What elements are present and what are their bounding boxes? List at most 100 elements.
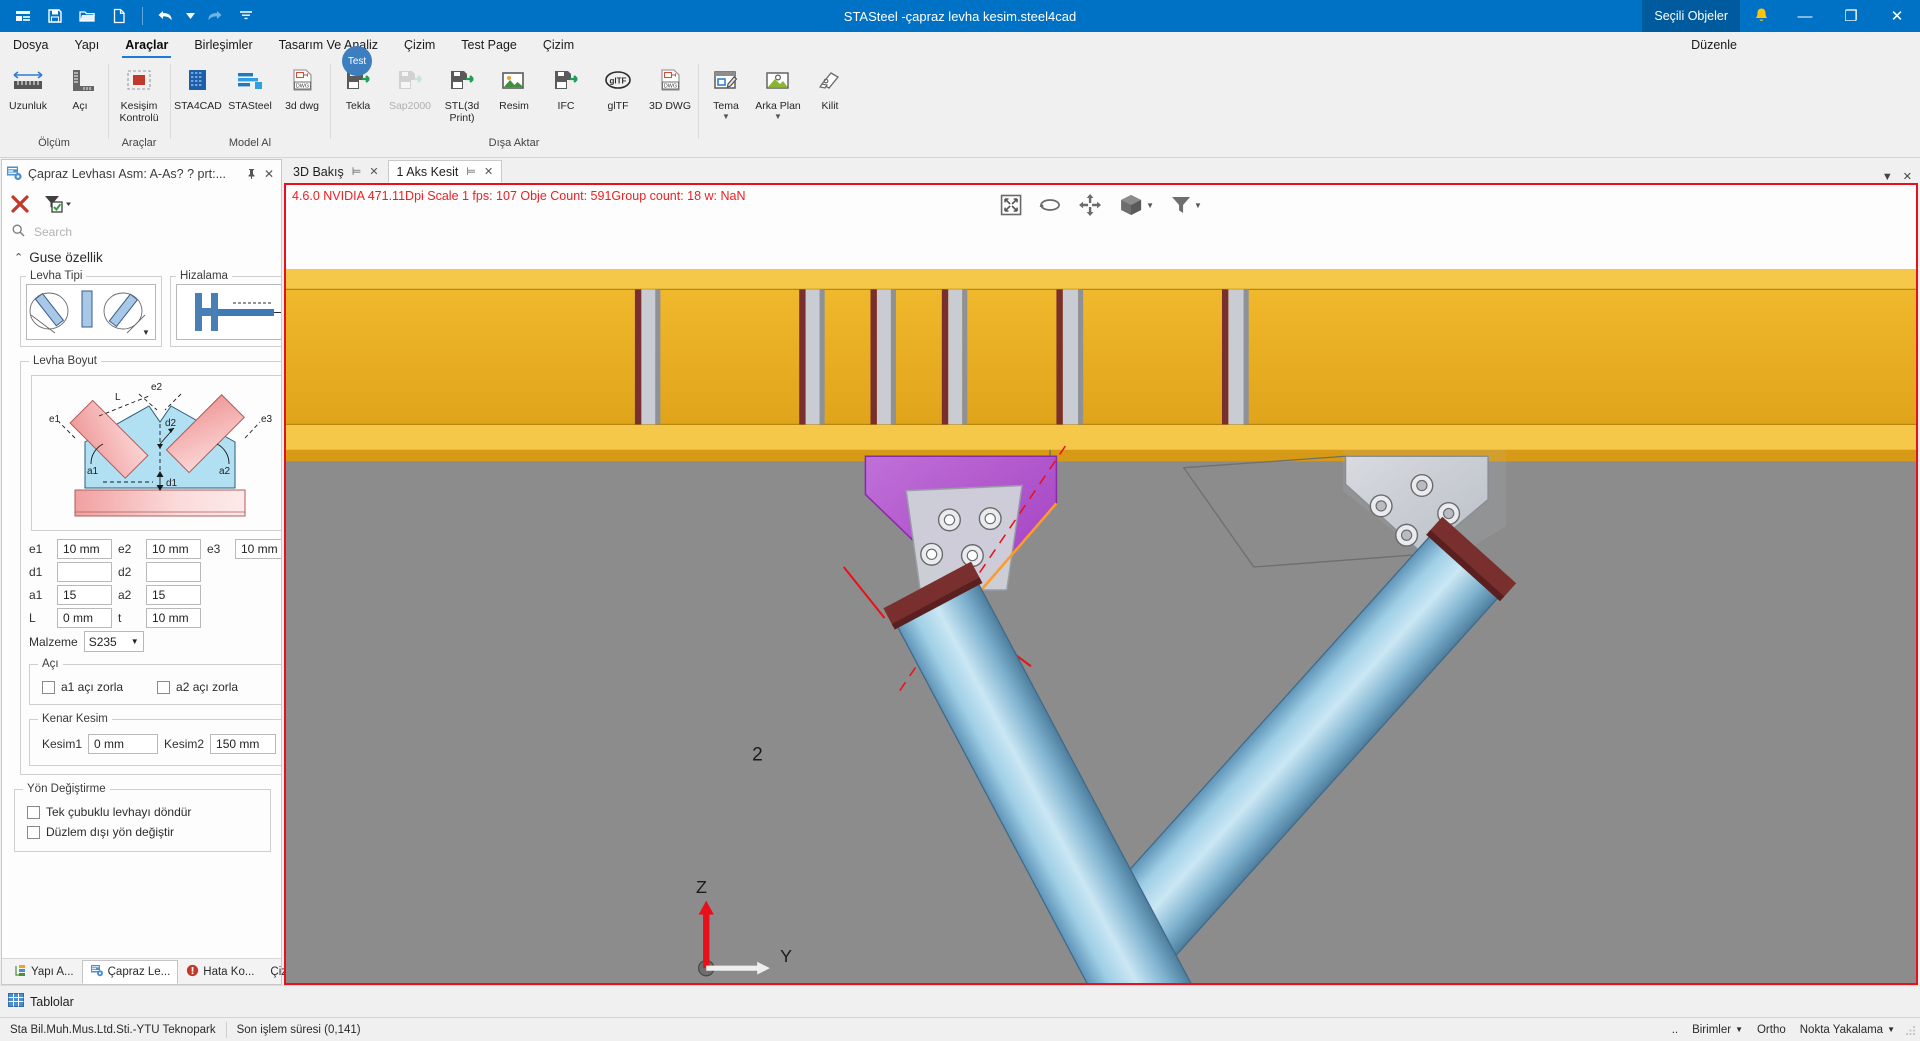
menu-item-yapi[interactable]: Yapı: [61, 32, 112, 58]
force-a1-angle-checkbox[interactable]: a1 açı zorla: [42, 680, 123, 694]
chevron-down-icon[interactable]: ▼: [774, 113, 782, 121]
maximize-button[interactable]: ❐: [1828, 0, 1874, 32]
search-input[interactable]: [32, 224, 232, 240]
ribbon-button-kesisim-kontrolu[interactable]: Kesişim Kontrolü: [110, 61, 168, 133]
test-badge[interactable]: Test: [342, 46, 372, 76]
redo-icon[interactable]: [199, 2, 229, 30]
chevron-down-icon[interactable]: ▼: [722, 113, 730, 121]
ribbon-button-stl-3d-print[interactable]: STL(3d Print): [436, 61, 488, 133]
ribbon-button-stasteel[interactable]: STASteel: [224, 61, 276, 133]
panel-tab-hata-kontrol[interactable]: Hata Ko...: [178, 960, 262, 984]
properties-search[interactable]: [2, 220, 281, 244]
ribbon-button-ifc[interactable]: IFC: [540, 61, 592, 133]
ribbon-button-resim[interactable]: Resim: [488, 61, 540, 133]
force-a2-angle-checkbox[interactable]: a2 açı zorla: [157, 680, 238, 694]
a1-input[interactable]: [57, 585, 112, 605]
menu-item-test-page[interactable]: Test Page: [448, 32, 530, 58]
menu-item-duzenle[interactable]: Düzenle: [1678, 32, 1750, 58]
ribbon-button-tema[interactable]: Tema ▼: [700, 61, 752, 133]
kesim1-input[interactable]: [88, 734, 158, 754]
ribbon-button-3d-dwg-import[interactable]: DWG 3d dwg: [276, 61, 328, 133]
pin-icon[interactable]: ⊨: [466, 165, 476, 178]
row-e: e1 e2 e3: [29, 539, 281, 559]
direction-group: Yön Değiştirme Tek çubuklu levhayı döndü…: [14, 783, 271, 852]
l-input[interactable]: [57, 608, 112, 628]
delete-red-x-icon[interactable]: [10, 194, 30, 214]
ribbon-button-sta4cad[interactable]: STA4CAD: [172, 61, 224, 133]
close-button[interactable]: ✕: [1874, 0, 1920, 32]
undo-dropdown-icon[interactable]: [183, 2, 197, 30]
d1-input[interactable]: [57, 562, 112, 582]
view-cube-icon[interactable]: ▼: [1118, 193, 1154, 217]
tabs-close-icon[interactable]: ✕: [1903, 170, 1912, 183]
ribbon-button-uzunluk[interactable]: Uzunluk: [2, 61, 54, 133]
more-commands-icon[interactable]: [231, 2, 261, 30]
rotate-icon[interactable]: [1038, 194, 1062, 216]
close-icon[interactable]: ✕: [484, 165, 493, 178]
open-folder-icon[interactable]: [72, 2, 102, 30]
resize-grip-icon[interactable]: [1904, 1024, 1916, 1036]
menu-item-cizim[interactable]: Çizim: [391, 32, 448, 58]
alignment-picker[interactable]: ▼: [176, 284, 281, 340]
close-panel-icon[interactable]: ✕: [261, 165, 277, 183]
ribbon-button-gltf[interactable]: glTF glTF: [592, 61, 644, 133]
flip-out-of-plane-checkbox[interactable]: Düzlem dışı yön değiştir: [27, 825, 262, 839]
checkbox-box[interactable]: [27, 806, 40, 819]
snap-dropdown[interactable]: Nokta Yakalama ▼: [1793, 1024, 1902, 1036]
menu-item-tasarim-ve-analiz[interactable]: Tasarım Ve Analiz: [266, 32, 391, 58]
tab-3d-view[interactable]: 3D Bakış ⊨ ✕: [284, 160, 388, 183]
material-select[interactable]: S235 ▼: [84, 631, 144, 652]
chevron-down-icon[interactable]: ▼: [139, 323, 153, 337]
chevron-down-icon[interactable]: ▼: [1194, 201, 1202, 210]
tabs-chevron-down-icon[interactable]: ▼: [1882, 171, 1893, 183]
label-a1: a1: [29, 588, 51, 602]
ribbon-button-aci[interactable]: Açı: [54, 61, 106, 133]
save-icon[interactable]: [40, 2, 70, 30]
model-viewport[interactable]: 4.6.0 NVIDIA 471.11Dpi Scale 1 fps: 107 …: [284, 183, 1918, 985]
ribbon-button-kilit[interactable]: Kilit: [804, 61, 856, 133]
checkbox-box[interactable]: [27, 826, 40, 839]
ortho-toggle[interactable]: Ortho: [1750, 1024, 1793, 1036]
new-file-icon[interactable]: [104, 2, 134, 30]
checkbox-box[interactable]: [42, 681, 55, 694]
menu-item-dosya[interactable]: Dosya: [0, 32, 61, 58]
t-input[interactable]: [146, 608, 201, 628]
close-icon[interactable]: ✕: [369, 165, 378, 178]
checkbox-box[interactable]: [157, 681, 170, 694]
kesim2-input[interactable]: [210, 734, 276, 754]
pin-icon[interactable]: ⊨: [352, 165, 362, 178]
chevron-down-icon[interactable]: ▼: [1146, 201, 1154, 210]
menu-item-cizim-2[interactable]: Çizim: [530, 32, 587, 58]
background-icon: [761, 65, 795, 99]
panel-tab-yapi-agaci[interactable]: Yapı A...: [6, 960, 82, 984]
tab-axis-section[interactable]: 1 Aks Kesit ⊨ ✕: [388, 160, 503, 183]
filter-check-icon[interactable]: [44, 194, 72, 214]
model-canvas[interactable]: 2 Z Y: [286, 185, 1916, 985]
section-guse-ozellik[interactable]: ⌃ Guse özellik: [2, 244, 281, 270]
notification-bell-icon[interactable]: [1740, 0, 1782, 32]
ribbon-button-arka-plan[interactable]: Arka Plan ▼: [752, 61, 804, 133]
tables-label[interactable]: Tablolar: [30, 995, 74, 1009]
selected-objects-button[interactable]: Seçili Objeler: [1642, 0, 1740, 32]
customize-quick-access-icon[interactable]: [8, 2, 38, 30]
filter-icon[interactable]: ▼: [1170, 194, 1202, 216]
menu-item-araclar[interactable]: Araçlar: [112, 32, 181, 58]
rotate-single-bar-plate-checkbox[interactable]: Tek çubuklu levhayı döndür: [27, 805, 262, 819]
pin-panel-icon[interactable]: [243, 165, 259, 183]
panel-tab-capraz-levhasi[interactable]: Çapraz Le...: [82, 960, 179, 984]
e1-input[interactable]: [57, 539, 112, 559]
d2-input[interactable]: [146, 562, 201, 582]
pan-move-icon[interactable]: [1078, 193, 1102, 217]
status-more[interactable]: ..: [1665, 1024, 1685, 1036]
units-dropdown[interactable]: Birimler ▼: [1685, 1024, 1750, 1036]
minimize-button[interactable]: —: [1782, 0, 1828, 32]
plate-type-picker[interactable]: ▼: [26, 284, 156, 340]
e2-input[interactable]: [146, 539, 201, 559]
menu-item-birlesimler[interactable]: Birleşimler: [181, 32, 265, 58]
tables-icon[interactable]: [8, 993, 24, 1010]
e3-input[interactable]: [235, 539, 281, 559]
a2-input[interactable]: [146, 585, 201, 605]
undo-icon[interactable]: [151, 2, 181, 30]
ribbon-button-3d-dwg-export[interactable]: DWG 3D DWG: [644, 61, 696, 133]
fit-to-screen-icon[interactable]: [1000, 194, 1022, 216]
